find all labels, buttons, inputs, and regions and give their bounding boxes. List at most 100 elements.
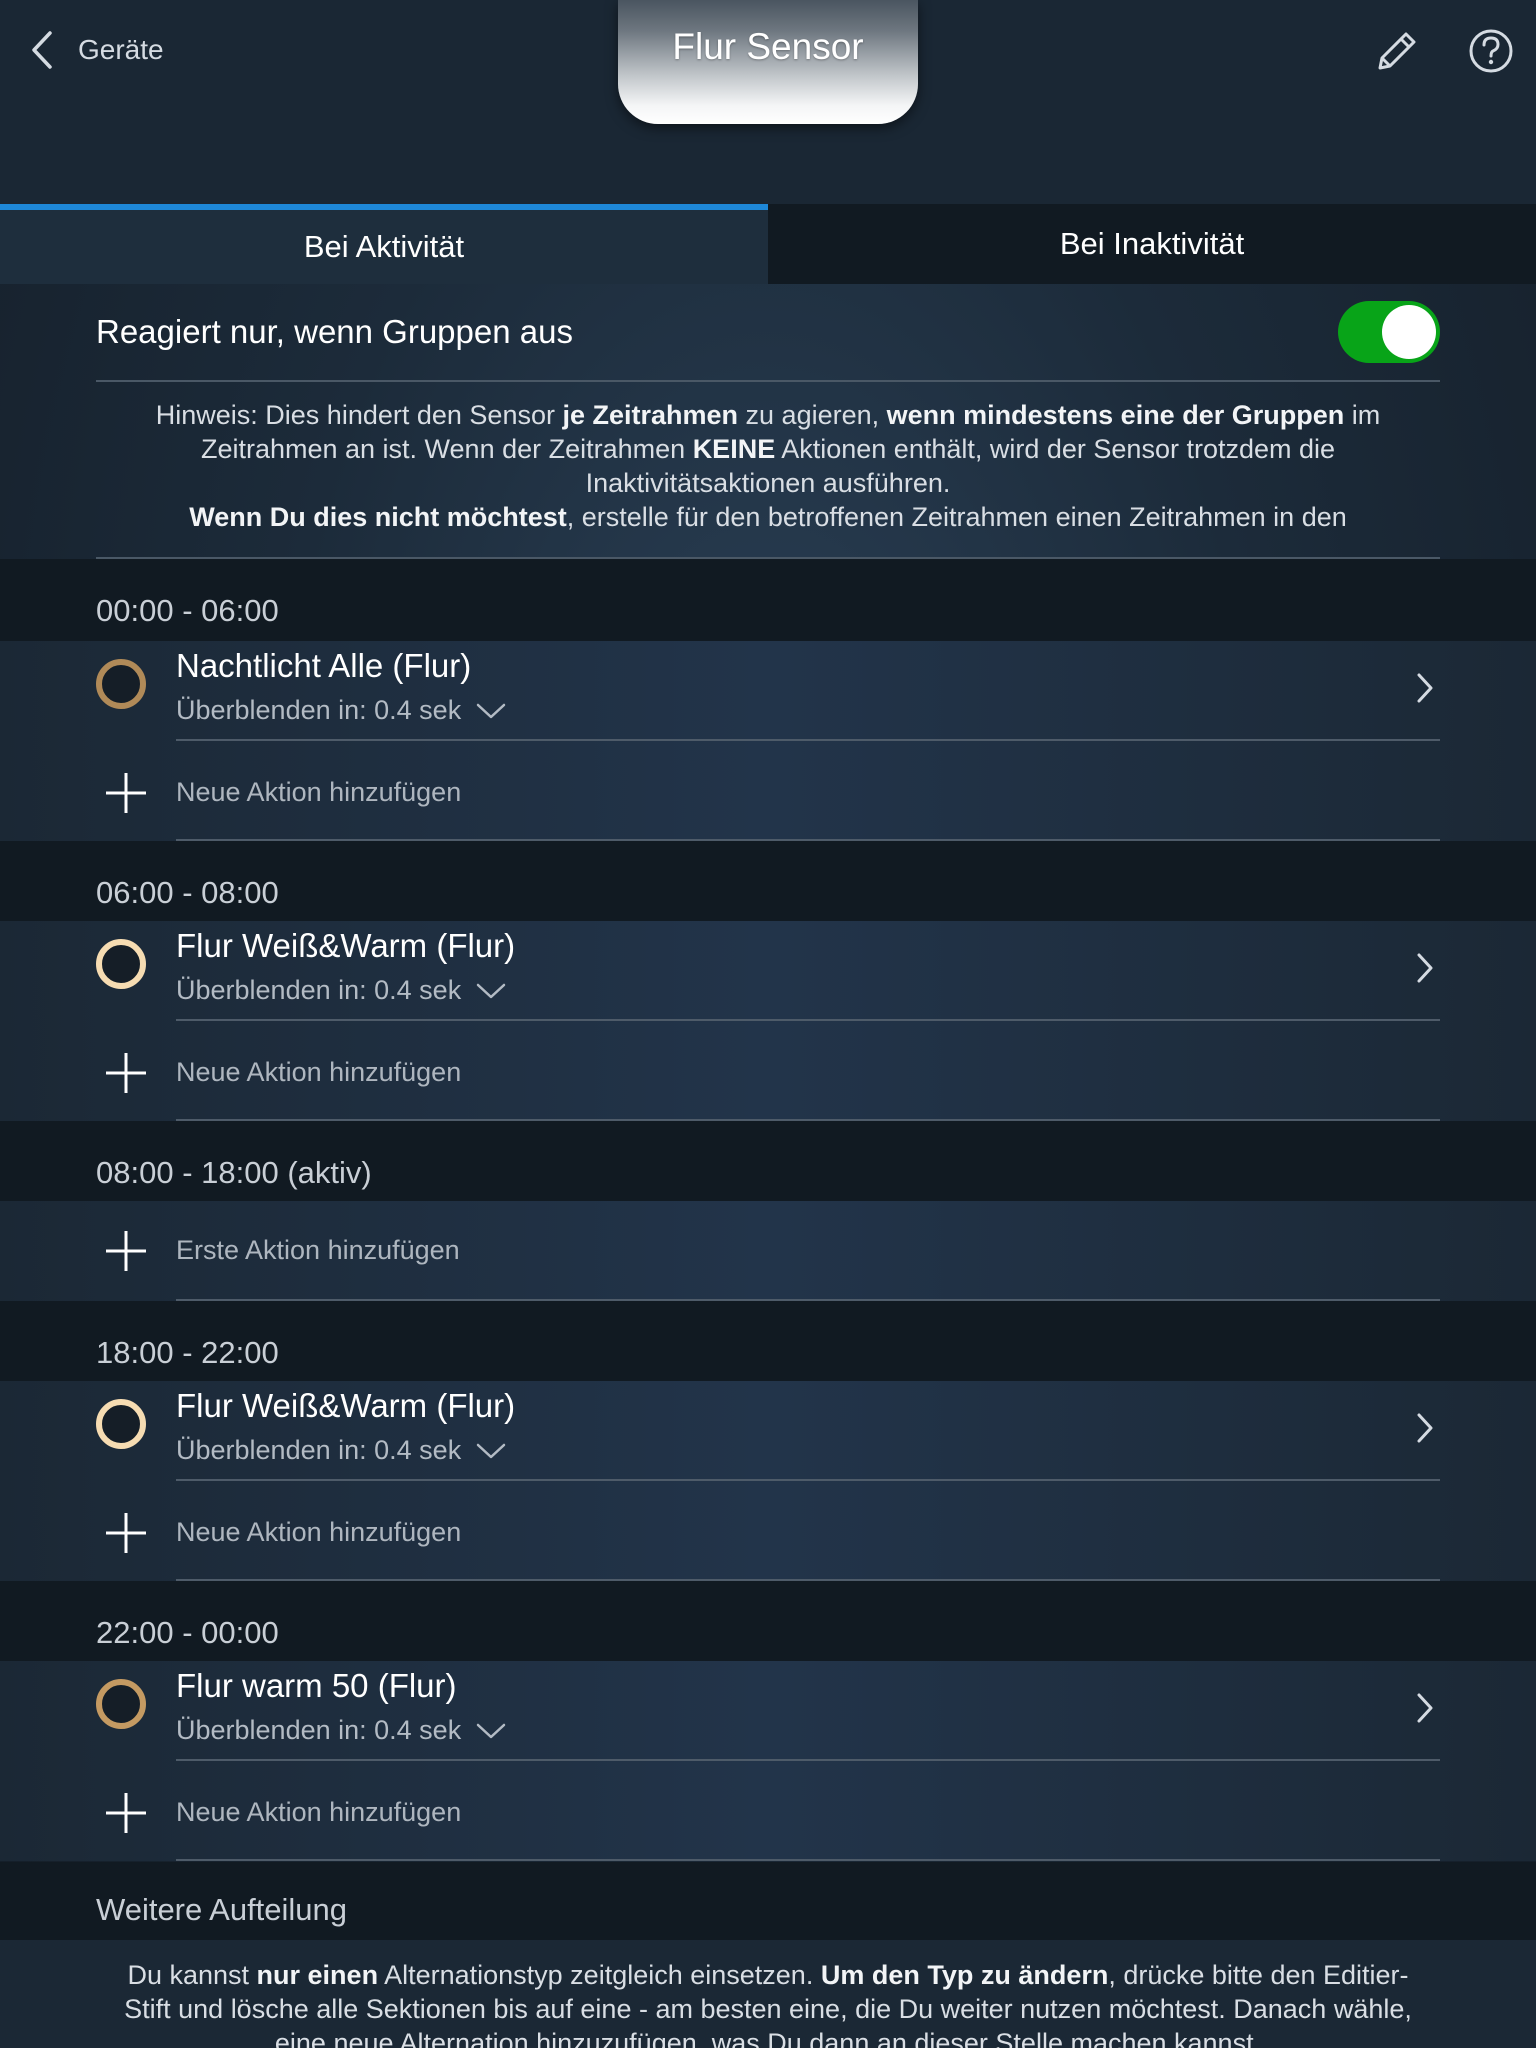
hint-text-part: Hinweis: Dies hindert den Sensor <box>155 400 563 430</box>
fade-label: Überblenden in: 0.4 sek <box>176 1435 462 1465</box>
add-action-label: Neue Aktion hinzufügen <box>176 1797 462 1827</box>
timeframe-title: 18:00 - 22:00 <box>96 1335 279 1370</box>
timeframe-section: Flur Weiß&Warm (Flur) Überblenden in: 0.… <box>0 1381 1536 1581</box>
header: Geräte Flur Sensor <box>0 0 1536 204</box>
hint-text-part: Zeitrahmen an ist. Wenn der Zeitrahmen <box>200 434 693 464</box>
add-action-button[interactable]: Neue Aktion hinzufügen <box>0 741 1536 841</box>
hint-text-part: im <box>1344 400 1381 430</box>
back-button[interactable]: Geräte <box>28 26 164 74</box>
page: Geräte Flur Sensor Bei Aktivität Bei Ina… <box>0 0 1536 2048</box>
timeframe-header: 08:00 - 18:00 (aktiv) <box>0 1121 1536 1203</box>
action-row[interactable]: Flur warm 50 (Flur) Überblenden in: 0.4 … <box>0 1661 1536 1761</box>
hint-bold-part: Wenn Du dies nicht möchtest <box>189 502 567 532</box>
info-text-part: eine neue Alternation hinzuzufügen, was … <box>274 2028 1262 2048</box>
plus-icon <box>106 1231 146 1271</box>
timeframe-title: 06:00 - 08:00 <box>96 875 279 910</box>
chevron-down-icon <box>476 703 506 718</box>
chevron-right-icon <box>1417 673 1433 703</box>
add-action-button[interactable]: Neue Aktion hinzufügen <box>0 1021 1536 1121</box>
further-split-title: Weitere Aufteilung <box>96 1892 348 1927</box>
fade-dropdown[interactable]: Überblenden in: 0.4 sek <box>176 1715 507 1746</box>
timeframe-header: 06:00 - 08:00 <box>0 841 1536 923</box>
add-action-label: Neue Aktion hinzufügen <box>176 1057 462 1087</box>
hint-bold-part: KEINE <box>692 434 776 464</box>
timeframe-header: 18:00 - 22:00 <box>0 1301 1536 1383</box>
hint-bold-part: wenn mindestens eine der Gruppen <box>886 400 1345 430</box>
tab-inactivity[interactable]: Bei Inaktivität <box>768 204 1536 284</box>
chevron-down-icon <box>476 983 506 998</box>
info-text-part: , drücke bitte den Editier- <box>1108 1960 1409 1990</box>
fade-label: Überblenden in: 0.4 sek <box>176 695 462 725</box>
question-circle-icon <box>1469 29 1513 73</box>
chevron-down-icon <box>476 1723 506 1738</box>
timeframe-section: Flur warm 50 (Flur) Überblenden in: 0.4 … <box>0 1661 1536 1861</box>
hint-line-1: Hinweis: Dies hindert den Sensor je Zeit… <box>130 398 1406 432</box>
action-name: Flur warm 50 (Flur) <box>176 1667 457 1704</box>
hint-line-2: Zeitrahmen an ist. Wenn der Zeitrahmen K… <box>130 432 1406 466</box>
plus-icon <box>106 1513 146 1553</box>
add-action-button[interactable]: Neue Aktion hinzufügen <box>0 1761 1536 1861</box>
action-row[interactable]: Flur Weiß&Warm (Flur) Überblenden in: 0.… <box>0 1381 1536 1481</box>
chevron-right-icon <box>1417 953 1433 983</box>
pencil-icon <box>1378 32 1416 70</box>
fade-dropdown[interactable]: Überblenden in: 0.4 sek <box>176 1435 507 1466</box>
add-action-label: Neue Aktion hinzufügen <box>176 1517 462 1547</box>
further-split-header: Weitere Aufteilung <box>0 1862 1536 1940</box>
timeframe-section: Erste Aktion hinzufügen <box>0 1201 1536 1301</box>
info-bold-part: Um den Typ zu ändern <box>820 1960 1109 1990</box>
timeframe-header: 00:00 - 06:00 <box>0 559 1536 641</box>
further-split-info: Du kannst nur einen Alternationstyp zeit… <box>0 1940 1536 2048</box>
action-name: Flur Weiß&Warm (Flur) <box>176 1387 516 1424</box>
light-status-ring <box>96 939 146 989</box>
light-status-ring <box>96 659 146 709</box>
info-text-part: Du kannst <box>127 1960 257 1990</box>
divider <box>176 1859 1440 1861</box>
chevron-down-icon <box>476 1443 506 1458</box>
edit-button[interactable] <box>1372 26 1422 76</box>
back-label: Geräte <box>78 34 164 65</box>
chevron-right-icon <box>1417 1693 1433 1723</box>
action-name: Nachtlicht Alle (Flur) <box>176 647 472 684</box>
timeframe-section: Nachtlicht Alle (Flur) Überblenden in: 0… <box>0 641 1536 841</box>
hint-text-part: , erstelle für den betroffenen Zeitrahme… <box>566 502 1347 532</box>
title-pill: Flur Sensor <box>618 0 918 124</box>
plus-icon <box>106 1053 146 1093</box>
tab-activity[interactable]: Bei Aktivität <box>0 204 768 284</box>
light-status-ring <box>96 1679 146 1729</box>
chevron-left-icon <box>32 31 52 69</box>
hint-line-4: Wenn Du dies nicht möchtest, erstelle fü… <box>130 500 1406 534</box>
hint-text-part: Aktionen enthält, wird der Sensor trotzd… <box>775 434 1336 464</box>
action-row[interactable]: Flur Weiß&Warm (Flur) Überblenden in: 0.… <box>0 921 1536 1021</box>
add-action-button[interactable]: Neue Aktion hinzufügen <box>0 1481 1536 1581</box>
timeframe-title: 22:00 - 00:00 <box>96 1615 279 1650</box>
fade-dropdown[interactable]: Überblenden in: 0.4 sek <box>176 975 507 1006</box>
help-button[interactable] <box>1466 26 1516 76</box>
plus-icon <box>106 1793 146 1833</box>
add-first-action-button[interactable]: Erste Aktion hinzufügen <box>0 1201 1536 1301</box>
hint-text: Hinweis: Dies hindert den Sensor je Zeit… <box>130 398 1406 534</box>
toggle-knob <box>1382 305 1436 359</box>
info-text-part: Stift und lösche alle Sektionen bis auf … <box>124 1994 1412 2024</box>
timeframe-title: 08:00 - 18:00 (aktiv) <box>96 1155 372 1190</box>
info-bold-part: nur einen <box>256 1960 379 1990</box>
timeframe-title: 00:00 - 06:00 <box>96 593 279 628</box>
tab-bar: Bei Aktivität Bei Inaktivität <box>0 204 1536 284</box>
fade-label: Überblenden in: 0.4 sek <box>176 1715 462 1745</box>
hint-text-part: zu agieren, <box>738 400 887 430</box>
chevron-right-icon <box>1417 1413 1433 1443</box>
action-name: Flur Weiß&Warm (Flur) <box>176 927 516 964</box>
groups-off-label: Reagiert nur, wenn Gruppen aus <box>96 313 573 350</box>
timeframe-section: Flur Weiß&Warm (Flur) Überblenden in: 0.… <box>0 921 1536 1121</box>
page-title: Flur Sensor <box>672 26 864 67</box>
add-action-label: Neue Aktion hinzufügen <box>176 777 462 807</box>
timeframe-header: 22:00 - 00:00 <box>0 1581 1536 1663</box>
info-text-part: Alternationstyp zeitgleich einsetzen. <box>378 1960 821 1990</box>
action-row[interactable]: Nachtlicht Alle (Flur) Überblenden in: 0… <box>0 641 1536 741</box>
add-action-label: Erste Aktion hinzufügen <box>176 1235 460 1265</box>
hint-line-3: Inaktivitätsaktionen ausführen. <box>585 468 951 498</box>
fade-dropdown[interactable]: Überblenden in: 0.4 sek <box>176 695 507 726</box>
further-split-text: Du kannst nur einen Alternationstyp zeit… <box>98 1958 1438 2048</box>
groups-off-toggle[interactable] <box>1338 301 1440 363</box>
fade-label: Überblenden in: 0.4 sek <box>176 975 462 1005</box>
hint-bold-part: je Zeitrahmen <box>562 400 739 430</box>
